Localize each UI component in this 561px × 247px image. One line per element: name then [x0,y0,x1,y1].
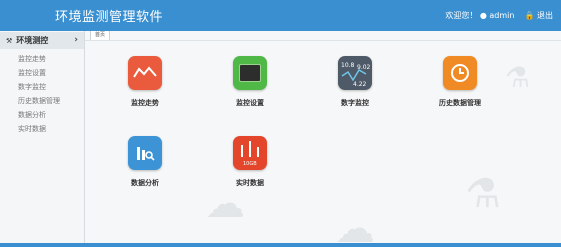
sidebar-item-history[interactable]: 历史数据管理 [0,94,84,108]
tile-digital[interactable]: 10.8 9.02 4.22 数字监控 [320,56,390,108]
app-header: 环境监测管理软件 欢迎您！ ● admin 🔒 退出 [0,0,561,31]
chip-icon [233,56,267,90]
sidebar-section-header[interactable]: ⚒ 环境测控 › [0,32,84,49]
realtime-bars-icon: 10GB [233,136,267,170]
analysis-icon [128,136,162,170]
digital-value-1: 10.8 [341,62,355,69]
tile-realtime-label: 实时数据 [236,179,264,187]
wrench-icon: ⚒ [6,36,13,45]
digital-monitor-icon: 10.8 9.02 4.22 [338,56,372,90]
digital-value-3: 4.22 [353,81,367,88]
main-content: 首页 ☁ ⚗ ☁ ⚗ 监控走势 监控设置 10.8 9.02 4.22 数字监控 [85,31,561,247]
tab-divider [85,40,561,41]
tile-settings[interactable]: 监控设置 [215,56,285,108]
tile-realtime[interactable]: 10GB 实时数据 [215,136,285,188]
flask-deco-icon: ⚗ [465,171,501,217]
sidebar-item-digital[interactable]: 数字监控 [0,80,84,94]
tile-digital-label: 数字监控 [341,99,369,107]
tile-analysis[interactable]: 数据分析 [110,136,180,188]
cloud-deco-icon-2: ☁ [335,206,375,247]
tile-history[interactable]: 历史数据管理 [425,56,495,108]
tile-history-label: 历史数据管理 [439,99,481,107]
chevron-right-icon: › [74,35,78,45]
lock-icon: 🔒 [524,11,535,20]
realtime-badge: 10GB [243,161,257,167]
tile-trend[interactable]: 监控走势 [110,56,180,108]
tile-analysis-label: 数据分析 [131,179,159,187]
flask-deco-icon-2: ⚗ [505,61,531,94]
digital-value-2: 9.02 [357,64,371,71]
tile-settings-label: 监控设置 [236,99,264,107]
logout-link[interactable]: 🔒 退出 [524,10,553,21]
sidebar: ⚒ 环境测控 › 监控走势 监控设置 数字监控 历史数据管理 数据分析 实时数据 [0,31,85,247]
username: admin [489,11,515,20]
welcome-text: 欢迎您！ ● admin [445,11,515,20]
sidebar-item-trend[interactable]: 监控走势 [0,52,84,66]
trend-chart-icon [128,56,162,90]
sidebar-section-label: 环境测控 [16,36,49,45]
app-title: 环境监测管理软件 [55,10,164,25]
tile-trend-label: 监控走势 [131,99,159,107]
user-icon: ● [479,11,487,20]
sidebar-item-analysis[interactable]: 数据分析 [0,108,84,122]
clock-icon [443,56,477,90]
footer-bar [0,243,561,247]
sidebar-item-realtime[interactable]: 实时数据 [0,122,84,136]
sidebar-item-settings[interactable]: 监控设置 [0,66,84,80]
